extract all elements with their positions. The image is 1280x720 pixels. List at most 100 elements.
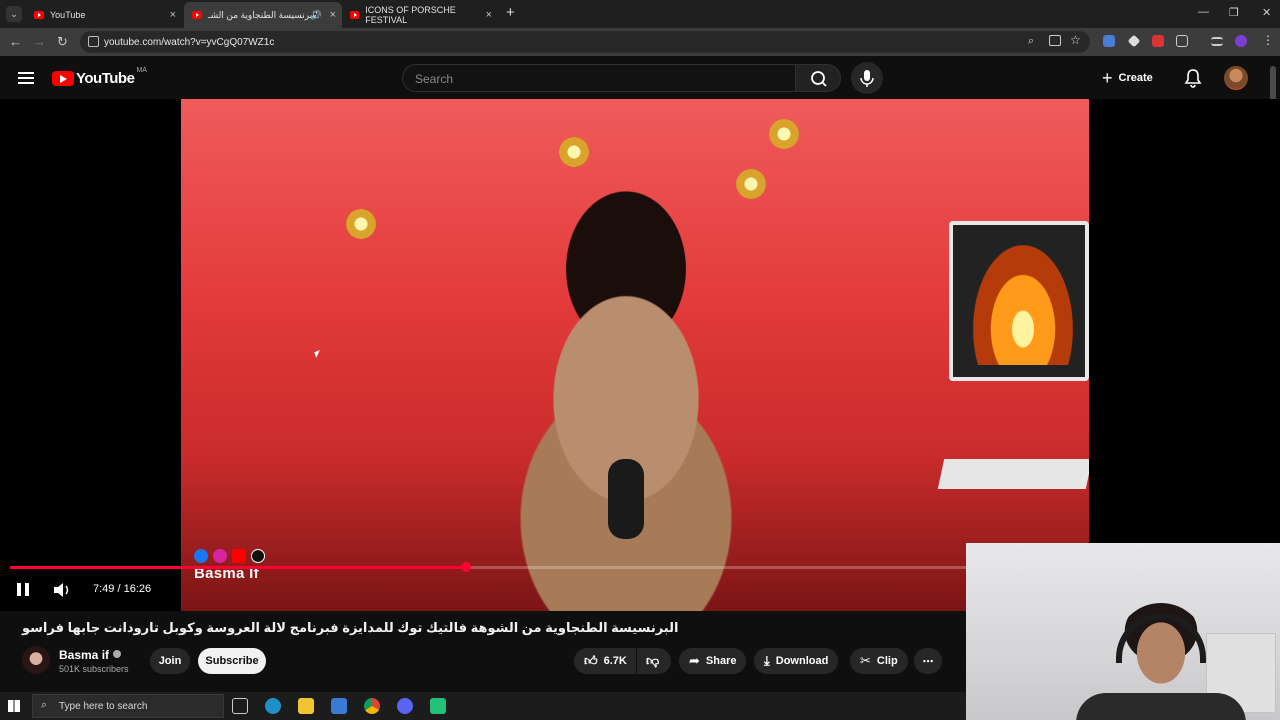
instagram-icon [213, 549, 227, 563]
studio-microphone [608, 459, 644, 539]
like-count: 6.7K [603, 655, 627, 667]
extension-diamond-icon[interactable] [1127, 34, 1141, 48]
video-player[interactable]: Basma If [0, 99, 1280, 611]
edge-icon[interactable] [265, 698, 281, 714]
youtube-favicon-icon [350, 11, 360, 19]
store-icon[interactable] [331, 698, 347, 714]
scissors-icon: ✂ [860, 653, 871, 668]
zoom-icon[interactable]: ⌕ [1028, 35, 1034, 48]
join-button[interactable]: Join [150, 648, 190, 674]
more-horizontal-icon: ⋯ [922, 655, 934, 668]
decor-lamp [559, 137, 589, 167]
keyboard-image [937, 459, 1089, 489]
translate-extension-icon[interactable] [1103, 35, 1115, 47]
verified-badge-icon [113, 650, 122, 658]
tab-porsche[interactable]: ICONS OF PORSCHE FESTIVAL × [342, 2, 498, 28]
youtube-header: YouTube MA Search + Create [0, 56, 1280, 100]
tab-search-icon[interactable]: ⌄ [6, 6, 22, 22]
taskbar-search-placeholder: Type here to search [59, 700, 148, 712]
social-icons-overlay [194, 549, 265, 563]
audio-playing-icon[interactable]: 🔊 [311, 10, 322, 21]
tab-label: YouTube [50, 10, 86, 20]
close-tab-icon[interactable]: × [330, 9, 336, 21]
tab-youtube[interactable]: YouTube × [26, 2, 182, 28]
windows-start-icon[interactable] [8, 700, 20, 712]
microphone-icon [860, 70, 874, 87]
create-label: Create [1118, 72, 1153, 84]
taskbar-search-input[interactable]: ⌕ Type here to search [32, 694, 224, 718]
share-label: Share [705, 655, 737, 667]
channel-name[interactable]: Basma if [59, 648, 122, 662]
pause-icon[interactable] [17, 583, 29, 596]
extension-red-icon[interactable] [1152, 35, 1164, 47]
notifications-bell-icon[interactable] [1184, 68, 1202, 88]
windows-taskbar: ⌕ Type here to search [0, 692, 966, 720]
url-text: youtube.com/watch?v=yvCgQ07WZ1c [104, 36, 275, 48]
file-explorer-icon[interactable] [298, 698, 314, 714]
clip-label: Clip [876, 655, 898, 667]
forward-icon[interactable]: → [33, 34, 46, 49]
progress-bar[interactable] [10, 562, 970, 572]
channel-name-text[interactable]: Basma if [59, 648, 109, 662]
reading-list-icon[interactable] [1211, 37, 1223, 46]
address-bar[interactable]: youtube.com/watch?v=yvCgQ07WZ1c [80, 31, 1090, 53]
install-app-icon[interactable] [1049, 35, 1061, 46]
task-view-icon[interactable] [232, 698, 248, 714]
tiktok-icon [251, 549, 265, 563]
channel-avatar[interactable] [22, 646, 50, 674]
download-button[interactable]: ⤓ Download [754, 648, 839, 674]
dislike-button[interactable]: 👎︎ [637, 648, 671, 674]
reload-icon[interactable]: ↻ [57, 34, 68, 50]
bookmark-star-icon[interactable]: ☆ [1070, 33, 1081, 47]
browser-toolbar: ← → ↻ youtube.com/watch?v=yvCgQ07WZ1c ⌕ … [0, 28, 1280, 56]
chrome-icon[interactable] [364, 698, 380, 714]
extensions-puzzle-icon[interactable] [1176, 35, 1188, 47]
app-green-icon[interactable] [430, 698, 446, 714]
decor-lamp [346, 209, 376, 239]
volume-icon[interactable] [53, 583, 71, 597]
youtube-favicon-icon [192, 11, 202, 19]
voice-search-button[interactable] [851, 62, 883, 94]
profile-icon[interactable] [1235, 35, 1247, 47]
close-tab-icon[interactable]: × [486, 9, 492, 21]
browser-menu-icon[interactable]: ⋮ [1262, 33, 1274, 47]
youtube-favicon-icon [34, 11, 44, 19]
decor-lamp [769, 119, 799, 149]
youtube-play-icon [52, 71, 74, 86]
search-button[interactable] [795, 64, 841, 92]
thumbs-up-icon: 👍︎ [584, 653, 598, 668]
back-icon[interactable]: ← [9, 34, 22, 49]
minimize-icon[interactable]: — [1198, 6, 1209, 18]
create-button[interactable]: + Create [1102, 67, 1153, 89]
more-actions-button[interactable]: ⋯ [914, 648, 942, 674]
subscribe-button[interactable]: Subscribe [198, 648, 266, 674]
share-button[interactable]: ➦ Share [679, 648, 747, 674]
progress-played [10, 566, 466, 569]
clip-button[interactable]: ✂ Clip [850, 648, 908, 674]
youtube-icon [232, 549, 246, 563]
close-tab-icon[interactable]: × [170, 9, 176, 21]
close-window-icon[interactable]: ✕ [1262, 6, 1271, 19]
tab-current-video[interactable]: البرنسيسة الطنجاوية من الشـ 🔊 × [184, 2, 342, 28]
decor-lamp [736, 169, 766, 199]
account-avatar[interactable] [1224, 66, 1248, 90]
search-icon [811, 71, 827, 87]
restore-icon[interactable]: ❐ [1229, 6, 1239, 19]
new-tab-button[interactable]: + [506, 4, 515, 21]
browser-tab-strip: ⌄ YouTube × البرنسيسة الطنجاوية من الشـ … [0, 0, 1280, 28]
download-label: Download [775, 655, 829, 667]
country-code: MA [136, 67, 147, 74]
tab-label: ICONS OF PORSCHE FESTIVAL [365, 5, 456, 25]
search-input[interactable]: Search [402, 64, 796, 92]
site-info-icon[interactable] [88, 36, 99, 47]
like-button[interactable]: 👍︎ 6.7K [574, 648, 636, 674]
discord-icon[interactable] [397, 698, 413, 714]
youtube-logo[interactable]: YouTube MA [52, 67, 147, 87]
webcam-overlay [966, 543, 1280, 720]
scrubber-handle[interactable] [461, 562, 471, 572]
monitor-fireplace [949, 221, 1089, 381]
logo-wordmark: YouTube [76, 70, 135, 87]
menu-icon[interactable] [18, 72, 34, 84]
facebook-icon [194, 549, 208, 563]
search-icon: ⌕ [41, 699, 48, 711]
